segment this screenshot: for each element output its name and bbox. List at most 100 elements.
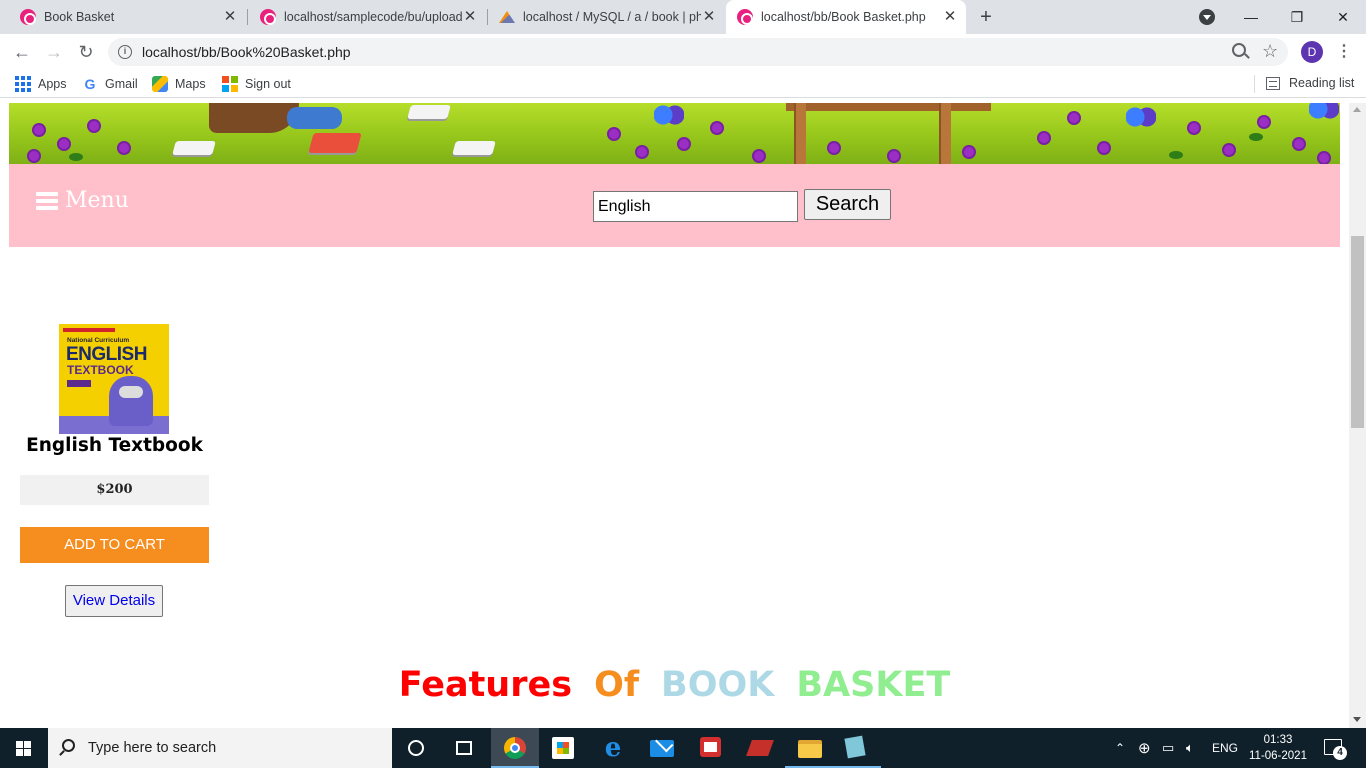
bookmark-maps[interactable]: Maps <box>152 76 206 92</box>
show-hidden-icons-button[interactable]: ⌃ <box>1115 728 1125 768</box>
close-icon[interactable]: ✕ <box>701 9 717 25</box>
windows-taskbar: Type here to search e ⌃ ⊕ ▭ 🔈︎ ENG 01:33… <box>0 728 1366 768</box>
reading-list-button[interactable]: Reading list <box>1266 76 1354 90</box>
system-clock[interactable]: 01:33 11-06-2021 <box>1246 732 1310 764</box>
chrome-icon <box>504 737 526 759</box>
bookmark-sign-out[interactable]: Sign out <box>222 76 291 92</box>
edge-icon: e <box>604 733 622 763</box>
clock-date: 11-06-2021 <box>1249 750 1307 762</box>
butterfly-graphic <box>1309 103 1339 119</box>
product-price: $200 <box>20 475 209 505</box>
book-cover-image[interactable]: National Curriculum ENGLISH TEXTBOOK <box>59 324 169 434</box>
reading-list-label: Reading list <box>1289 76 1355 90</box>
robot-illustration <box>109 376 153 426</box>
flower-graphic <box>964 147 974 157</box>
mail-icon <box>650 740 674 757</box>
product-title: English Textbook <box>26 435 203 456</box>
volume-icon[interactable]: 🔈︎ <box>1186 728 1194 768</box>
flower-graphic <box>1099 143 1109 153</box>
tree-branch-graphic <box>209 103 299 133</box>
new-tab-button[interactable]: + <box>976 7 996 27</box>
features-word-basket: BASKET <box>796 665 951 705</box>
tab-phpmyadmin[interactable]: localhost / MySQL / a / book | ph ✕ <box>479 0 725 34</box>
flower-graphic <box>119 143 129 153</box>
microsoft-icon <box>222 76 238 92</box>
flower-graphic <box>59 139 69 149</box>
features-heading: Features Of BOOK BASKET <box>0 665 1349 705</box>
wamp-icon <box>737 9 753 25</box>
taskbar-notes[interactable] <box>833 728 881 768</box>
window-close-button[interactable]: ✕ <box>1320 0 1366 34</box>
close-icon[interactable]: ✕ <box>462 9 478 25</box>
flower-graphic <box>1039 133 1049 143</box>
browser-menu-icon[interactable]: ⋮ <box>1336 42 1352 62</box>
menu-button[interactable]: Menu <box>36 188 129 213</box>
profile-avatar[interactable]: D <box>1301 41 1323 63</box>
bookmark-gmail[interactable]: G Gmail <box>82 76 138 92</box>
bookmark-star-icon[interactable]: ☆ <box>1262 41 1278 62</box>
signpost-graphic <box>794 103 806 164</box>
flower-graphic <box>1189 123 1199 133</box>
taskbar-chrome[interactable] <box>491 728 539 768</box>
close-icon[interactable]: ✕ <box>942 9 958 25</box>
maximize-button[interactable]: ❐ <box>1274 0 1320 34</box>
battery-icon[interactable]: ▭ <box>1162 728 1174 768</box>
child-reading-graphic <box>287 107 342 129</box>
menu-label: Menu <box>65 188 129 213</box>
taskbar-search[interactable]: Type here to search <box>48 728 392 768</box>
wamp-icon <box>260 9 276 25</box>
forward-button[interactable]: → <box>42 40 66 64</box>
search-icon <box>62 739 75 752</box>
tab-title: localhost / MySQL / a / book | ph <box>523 10 701 24</box>
flower-graphic <box>1319 153 1329 163</box>
minimize-button[interactable]: — <box>1228 0 1274 34</box>
butterfly-graphic <box>654 105 684 125</box>
taskbar-edge[interactable]: e <box>589 728 637 768</box>
tab-upload[interactable]: localhost/samplecode/bu/upload ✕ <box>240 0 486 34</box>
tab-book-basket[interactable]: Book Basket ✕ <box>0 0 246 34</box>
task-view-button[interactable] <box>440 728 488 768</box>
scrollbar-thumb[interactable] <box>1351 236 1364 428</box>
leaf-graphic <box>1249 133 1263 141</box>
site-navbar: Menu Search <box>9 164 1340 247</box>
task-view-icon <box>456 741 472 755</box>
flower-graphic <box>754 151 764 161</box>
flower-graphic <box>609 129 619 139</box>
redis-icon <box>746 740 774 756</box>
notification-count: 4 <box>1333 746 1347 760</box>
site-info-icon[interactable]: i <box>118 45 132 59</box>
add-to-cart-button[interactable]: ADD TO CART <box>20 527 209 563</box>
taskbar-mail[interactable] <box>637 728 685 768</box>
bookmark-apps[interactable]: Apps <box>15 76 67 92</box>
cover-series-text: National Curriculum <box>67 337 130 344</box>
view-details-button[interactable]: View Details <box>65 585 163 617</box>
address-bar[interactable]: i localhost/bb/Book%20Basket.php <box>108 38 1288 66</box>
zoom-icon[interactable] <box>1232 43 1246 57</box>
language-indicator[interactable]: ENG <box>1212 728 1238 768</box>
taskbar-store[interactable] <box>539 728 587 768</box>
tab-book-basket-php[interactable]: localhost/bb/Book Basket.php ✕ <box>726 0 966 34</box>
book-graphic <box>452 141 496 155</box>
cortana-button[interactable] <box>392 728 440 768</box>
search-button[interactable]: Search <box>804 189 891 220</box>
scroll-down-arrow[interactable] <box>1353 717 1361 722</box>
reload-button[interactable]: ↻ <box>74 40 98 64</box>
start-button[interactable] <box>0 728 48 768</box>
taskbar-reader[interactable] <box>687 728 735 768</box>
taskbar-file-explorer[interactable] <box>785 728 833 768</box>
back-button[interactable]: ← <box>10 40 34 64</box>
flower-graphic <box>29 151 39 161</box>
wamp-icon <box>20 9 36 25</box>
tab-title: localhost/samplecode/bu/upload <box>284 10 462 24</box>
scroll-up-arrow[interactable] <box>1353 107 1361 112</box>
book-graphic <box>407 105 451 119</box>
hamburger-icon <box>36 191 58 210</box>
notification-center-icon[interactable]: 4 <box>1324 739 1347 760</box>
close-icon[interactable]: ✕ <box>222 9 238 25</box>
url-text[interactable]: localhost/bb/Book%20Basket.php <box>142 44 351 60</box>
search-input[interactable] <box>593 191 798 222</box>
taskbar-redis[interactable] <box>736 728 784 768</box>
tab-search-icon[interactable] <box>1199 9 1215 25</box>
network-icon[interactable]: ⊕ <box>1138 728 1151 768</box>
page-scrollbar[interactable] <box>1349 103 1366 728</box>
